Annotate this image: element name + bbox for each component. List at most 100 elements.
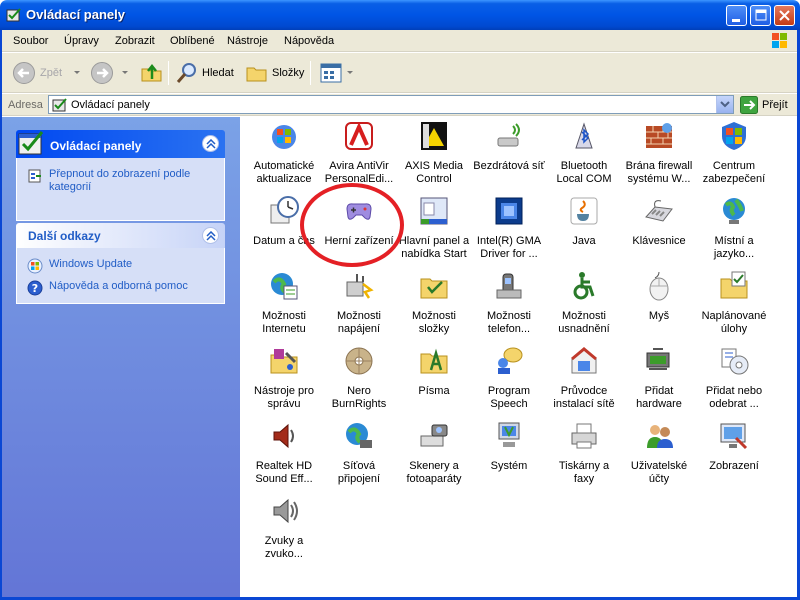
control-panel-item[interactable]: Síťová připojení [321,420,397,490]
views-button[interactable] [320,60,344,86]
control-panel-item[interactable]: Průvodce instalací sítě [546,345,622,415]
address-dropdown-button[interactable] [716,96,733,113]
control-panel-item[interactable]: Možnosti usnadnění [546,270,622,340]
menu-edit[interactable]: Úpravy [64,35,99,47]
control-panel-item[interactable]: Klávesnice [621,195,697,265]
title-bar[interactable]: Ovládací panely [0,0,800,30]
menu-favorites[interactable]: Oblíbené [170,35,215,47]
up-folder-button[interactable] [140,60,164,86]
item-label: Systém [490,460,528,472]
control-panel-item[interactable]: Myš [621,270,697,340]
control-panel-item[interactable]: Možnosti složky [396,270,472,340]
go-button[interactable]: Přejít [740,96,788,114]
item-label: Herní zařízení [324,235,394,247]
control-panel-item[interactable]: Bezdrátová síť [471,120,547,190]
control-panel-item[interactable]: Nástroje pro správu [246,345,322,415]
views-dropdown[interactable] [347,71,353,74]
control-panel-item[interactable]: Tiskárny a faxy [546,420,622,490]
scanners-icon [420,424,448,447]
power-options-icon [346,274,374,299]
item-label: Program Speech [487,385,531,410]
forward-dropdown[interactable] [122,71,128,74]
menu-help[interactable]: Nápověda [284,35,334,47]
item-label: Přidat nebo odebrat ... [705,385,763,410]
collapse-button[interactable] [202,135,219,152]
control-panel-item[interactable]: Nero BurnRights [321,345,397,415]
item-label: Datum a čas [253,235,315,247]
control-panel-item[interactable]: Bluetooth Local COM [546,120,622,190]
control-panel-item[interactable]: Možnosti telefon... [471,270,547,340]
control-panel-item[interactable]: Zobrazení [696,420,772,490]
firewall-icon [646,123,672,148]
control-panel-item[interactable]: Program Speech [471,345,547,415]
panel-title: Ovládací panely [50,139,142,153]
control-panel-item[interactable]: Brána firewall systému W... [621,120,697,190]
automatic-updates-icon [272,125,296,149]
collapse-button[interactable] [202,227,219,244]
panel-header[interactable]: Ovládací panely [16,130,225,158]
folders-button[interactable]: Složky [246,60,304,86]
user-accounts-icon [647,425,673,448]
back-button[interactable]: Zpět [12,60,62,86]
control-panel-item[interactable]: Zvuky a zvuko... [246,495,322,565]
bluetooth-icon [575,122,593,149]
address-input[interactable]: Ovládací panely [48,95,734,114]
speech-icon [498,347,523,374]
control-panel-item[interactable]: Datum a čas [246,195,322,265]
item-label: Skenery a fotoaparáty [406,460,462,485]
control-panel-item[interactable]: Skenery a fotoaparáty [396,420,472,490]
control-panel-item[interactable]: Intel(R) GMA Driver for ... [471,195,547,265]
search-label: Hledat [202,67,234,79]
search-button[interactable]: Hledat [176,60,234,86]
forward-button[interactable] [90,60,114,86]
control-panel-item[interactable]: Systém [471,420,547,490]
phone-modem-icon [496,273,522,299]
item-label: Přidat hardware [636,385,682,410]
control-panel-item[interactable]: Přidat nebo odebrat ... [696,345,772,415]
control-panel-item[interactable]: Avira AntiVir PersonalEdi... [321,120,397,190]
item-label: Uživatelské účty [630,460,688,485]
control-panel-item[interactable]: Realtek HD Sound Eff... [246,420,322,490]
control-panel-item[interactable]: Naplánované úlohy [696,270,772,340]
item-label: Automatické aktualizace [253,160,315,185]
axis-media-icon [421,122,447,150]
task-pane: Ovládací panely Přepnout do zobrazení po… [0,117,240,600]
control-panel-item[interactable]: Uživatelské účty [621,420,697,490]
menu-tools[interactable]: Nástroje [227,35,268,47]
item-label: Bezdrátová síť [473,160,545,172]
toolbar: Zpět Hledat Složky [0,53,800,93]
control-panel-item[interactable]: Možnosti Internetu [246,270,322,340]
item-label: Možnosti usnadnění [558,310,610,335]
control-panel-item[interactable]: Místní a jazyko... [696,195,772,265]
item-label: Klávesnice [632,235,686,247]
control-panel-item[interactable]: AXIS Media Control [396,120,472,190]
control-panel-item[interactable]: Možnosti napájení [321,270,397,340]
maximize-icon [755,9,767,21]
help-support-link[interactable]: ? Nápověda a odborná pomoc [27,280,214,296]
control-panel-item[interactable]: Přidat hardware [621,345,697,415]
chevrons-up-icon [206,231,216,241]
category-view-icon [28,169,41,183]
back-arrow-icon [13,62,35,84]
control-panel-item[interactable]: Centrum zabezpečení [696,120,772,190]
minimize-button[interactable] [726,5,747,26]
control-panel-item[interactable]: Písma [396,345,472,415]
control-panel-item[interactable]: Herní zařízení [321,195,397,265]
item-label: Síťová připojení [337,460,381,485]
control-panel-item[interactable]: Java [546,195,622,265]
menu-file[interactable]: Soubor [13,35,48,47]
back-dropdown[interactable] [74,71,80,74]
windows-update-link[interactable]: Windows Update [27,258,214,274]
menu-view[interactable]: Zobrazit [115,35,155,47]
switch-category-view-link[interactable]: Přepnout do zobrazení podle kategorií [27,168,214,194]
forward-arrow-icon [91,62,113,84]
panel-header[interactable]: Další odkazy [16,223,225,248]
control-panel-item[interactable]: Automatické aktualizace [246,120,322,190]
close-button[interactable] [774,5,795,26]
java-icon [570,197,598,225]
taskbar-icon [420,197,448,225]
help-support-label: Nápověda a odborná pomoc [49,280,188,292]
item-label: Nástroje pro správu [254,385,314,410]
maximize-button[interactable] [750,5,771,26]
control-panel-item[interactable]: Hlavní panel a nabídka Start [396,195,472,265]
